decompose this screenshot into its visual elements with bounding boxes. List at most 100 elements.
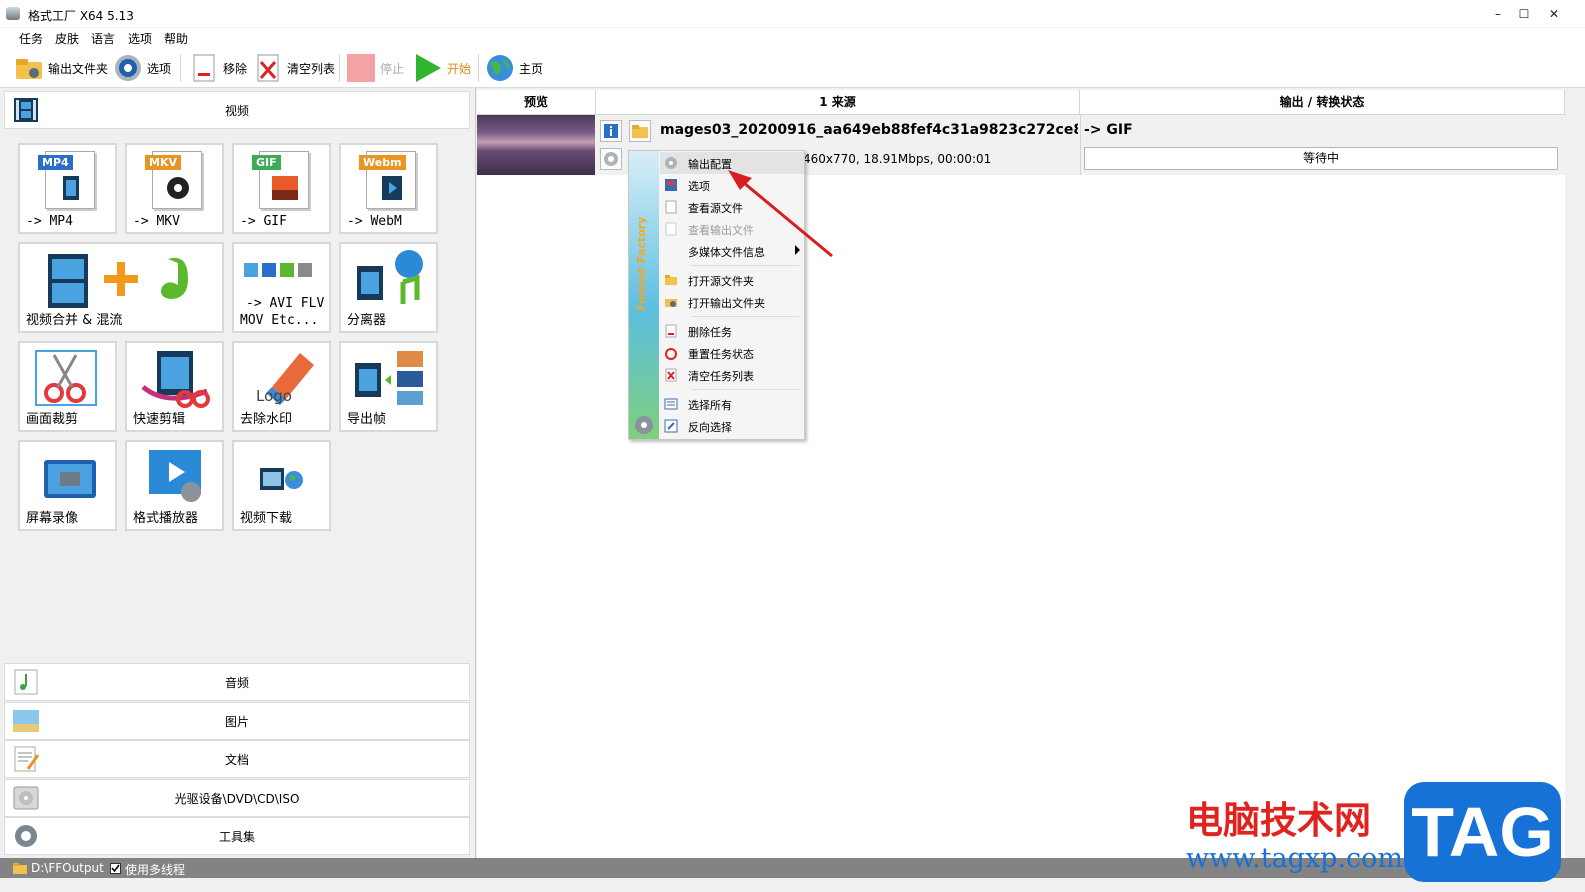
remove-button[interactable]: 移除 [189, 51, 247, 85]
context-menu-strip: Format Factory [629, 151, 659, 439]
menu-media-info-label: 多媒体文件信息 [688, 246, 765, 259]
open-folder-button[interactable] [629, 120, 651, 142]
menu-bar: 任务 皮肤 语言 选项 帮助 [0, 28, 1585, 48]
remove-doc-icon [189, 53, 219, 83]
menu-open-output-folder[interactable]: 打开输出文件夹 [660, 291, 804, 313]
menu-language[interactable]: 语言 [91, 30, 115, 47]
settings-button[interactable] [600, 148, 622, 170]
toolbar-separator [478, 54, 479, 82]
remove-watermark-label: 去除水印 [240, 412, 293, 427]
menu-options[interactable]: 选项 [660, 174, 804, 196]
output-folder-button[interactable]: 输出文件夹 [14, 51, 108, 85]
folder-icon [664, 273, 678, 287]
close-button[interactable]: ✕ [1540, 0, 1568, 28]
options-icon [664, 178, 678, 192]
splitter-label: 分离器 [347, 313, 387, 328]
multi-format-icon [244, 263, 312, 277]
convert-webm-button[interactable]: Webm -> WebM [339, 143, 438, 234]
menu-open-source-folder[interactable]: 打开源文件夹 [660, 269, 804, 291]
home-button[interactable]: 主页 [485, 51, 543, 85]
menu-view-source-label: 查看源文件 [688, 202, 743, 215]
screen-record-label: 屏幕录像 [26, 511, 79, 526]
menu-output-settings[interactable]: 输出配置 [660, 152, 804, 174]
clear-list-icon [664, 368, 678, 382]
app-logo-icon [635, 416, 653, 434]
convert-avi-label: -> AVI FLV [246, 296, 325, 311]
menu-view-output[interactable]: 查看输出文件 [660, 218, 804, 240]
output-folder-label: 输出文件夹 [48, 61, 109, 76]
category-video[interactable]: 视频 [4, 91, 470, 129]
clear-list-icon [253, 53, 283, 83]
category-panel: 视频 MP4 -> MP4 MKV -> MKV GIF -> GIF Webm… [0, 88, 476, 858]
options-button[interactable]: 选项 [113, 51, 171, 85]
screen-record-button[interactable]: 屏幕录像 [18, 440, 117, 531]
file-icon [664, 222, 678, 236]
stop-button[interactable]: 停止 [346, 51, 404, 85]
output-path[interactable]: D:\FFOutput [31, 861, 104, 875]
folder-icon [13, 863, 27, 874]
category-image[interactable]: 图片 [4, 702, 470, 740]
menu-separator [691, 389, 799, 390]
splitter-button[interactable]: 分离器 [339, 242, 438, 333]
category-tools[interactable]: 工具集 [4, 817, 470, 855]
column-output-status[interactable]: 输出 / 转换状态 [1080, 90, 1565, 115]
menu-reset-status[interactable]: 重置任务状态 [660, 342, 804, 364]
toolbar-separator [339, 54, 340, 82]
convert-mp4-button[interactable]: MP4 -> MP4 [18, 143, 117, 234]
category-rom[interactable]: 光驱设备\DVD\CD\ISO [4, 779, 470, 817]
format-factory-strip-text: Format Factory [635, 216, 648, 311]
menu-select-all[interactable]: 选择所有 [660, 393, 804, 415]
convert-gif-button[interactable]: GIF -> GIF [232, 143, 331, 234]
category-audio[interactable]: 音频 [4, 663, 470, 701]
column-source[interactable]: 1 来源 [596, 90, 1080, 115]
category-video-label: 视频 [224, 104, 249, 118]
start-label: 开始 [447, 61, 472, 76]
convert-webm-label: -> WebM [347, 214, 402, 229]
conversion-status: 等待中 [1084, 147, 1558, 170]
toolbar-separator [180, 54, 181, 82]
menu-task[interactable]: 任务 [19, 30, 43, 47]
gear-icon [664, 156, 678, 170]
convert-mkv-button[interactable]: MKV -> MKV [125, 143, 224, 234]
clear-list-button[interactable]: 清空列表 [253, 51, 335, 85]
convert-avi-flv-button[interactable]: -> AVI FLV MOV Etc... [232, 242, 331, 333]
menu-media-info[interactable]: 多媒体文件信息 [660, 240, 804, 262]
multithread-checkbox[interactable] [110, 863, 121, 874]
document-icon [11, 745, 41, 775]
menu-view-source[interactable]: 查看源文件 [660, 196, 804, 218]
video-download-label: 视频下载 [240, 511, 293, 526]
menu-delete-task[interactable]: 删除任务 [660, 320, 804, 342]
disc-drive-icon [11, 784, 41, 814]
film-icon [11, 96, 41, 126]
format-player-button[interactable]: 格式播放器 [125, 440, 224, 531]
reset-icon [664, 346, 678, 360]
menu-invert-selection[interactable]: 反向选择 [660, 415, 804, 437]
info-button[interactable] [600, 120, 622, 142]
convert-mp4-label: -> MP4 [26, 214, 73, 229]
menu-help[interactable]: 帮助 [164, 30, 188, 47]
maximize-button[interactable]: ☐ [1510, 0, 1538, 28]
export-frames-button[interactable]: 导出帧 [339, 341, 438, 432]
title-bar: 格式工厂 X64 5.13 – ☐ ✕ [0, 0, 1585, 28]
toolbar: 输出文件夹 选项 移除 清空列表 停止 开始 主页 [0, 48, 1585, 88]
scissors-icon [35, 350, 97, 406]
category-document[interactable]: 文档 [4, 740, 470, 778]
menu-skin[interactable]: 皮肤 [55, 30, 79, 47]
quick-clip-button[interactable]: 快速剪辑 [125, 341, 224, 432]
watermark-tag-text: TAG [1411, 793, 1554, 871]
crop-button[interactable]: 画面裁剪 [18, 341, 117, 432]
start-button[interactable]: 开始 [413, 51, 471, 85]
column-preview[interactable]: 预览 [477, 90, 596, 115]
video-download-button[interactable]: 视频下载 [232, 440, 331, 531]
stop-icon [346, 53, 376, 83]
menu-options[interactable]: 选项 [128, 30, 152, 47]
menu-separator [691, 316, 799, 317]
minimize-button[interactable]: – [1484, 0, 1512, 28]
gear-icon [113, 53, 143, 83]
remove-watermark-button[interactable]: Logo 去除水印 [232, 341, 331, 432]
category-image-label: 图片 [224, 715, 249, 729]
app-icon [6, 7, 20, 20]
menu-clear-task-list[interactable]: 清空任务列表 [660, 364, 804, 386]
watermark-url: www.tagxp.com [1186, 843, 1404, 874]
video-merge-button[interactable]: 视频合并 & 混流 [18, 242, 224, 333]
